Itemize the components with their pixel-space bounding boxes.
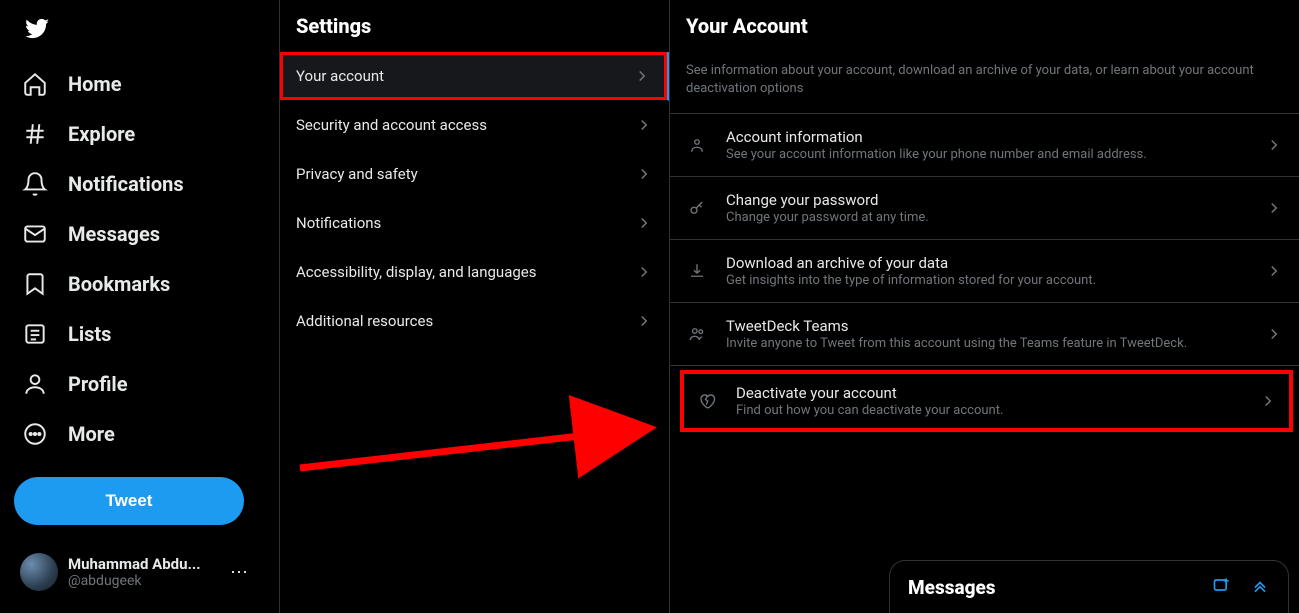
- chevron-right-icon: [635, 312, 653, 330]
- avatar: [20, 553, 58, 591]
- new-message-icon[interactable]: [1212, 575, 1232, 599]
- chevron-right-icon: [635, 165, 653, 183]
- twitter-logo[interactable]: [8, 6, 271, 55]
- nav-explore[interactable]: Explore: [8, 109, 271, 159]
- account-item-deactivate[interactable]: Deactivate your account Find out how you…: [680, 370, 1293, 432]
- settings-item-privacy[interactable]: Privacy and safety: [280, 150, 669, 199]
- user-icon: [686, 136, 708, 154]
- nav-home[interactable]: Home: [8, 59, 271, 109]
- nav-profile[interactable]: Profile: [8, 359, 271, 409]
- users-icon: [686, 325, 708, 343]
- settings-item-label: Privacy and safety: [296, 165, 418, 183]
- more-icon: [22, 421, 48, 447]
- settings-item-label: Accessibility, display, and languages: [296, 263, 536, 281]
- account-item-title: Change your password: [726, 191, 1247, 209]
- chevron-right-icon: [1265, 136, 1283, 154]
- settings-item-additional[interactable]: Additional resources: [280, 297, 669, 346]
- download-icon: [686, 262, 708, 280]
- nav-more[interactable]: More: [8, 409, 271, 459]
- mail-icon: [22, 221, 48, 247]
- account-item-sub: Find out how you can deactivate your acc…: [736, 403, 1241, 418]
- settings-item-label: Your account: [296, 67, 384, 85]
- profile-handle: @abdugeek: [68, 573, 220, 589]
- list-icon: [22, 321, 48, 347]
- nav-label: Bookmarks: [68, 272, 170, 296]
- nav-label: Home: [68, 72, 122, 96]
- account-item-sub: See your account information like your p…: [726, 147, 1247, 162]
- tweet-button[interactable]: Tweet: [14, 477, 244, 525]
- chevron-right-icon: [1265, 199, 1283, 217]
- chevron-right-icon: [635, 263, 653, 281]
- account-column: Your Account See information about your …: [670, 0, 1299, 613]
- bookmark-icon: [22, 271, 48, 297]
- nav-label: Notifications: [68, 172, 184, 196]
- account-description: See information about your account, down…: [670, 52, 1299, 114]
- settings-item-label: Notifications: [296, 214, 381, 232]
- chevron-right-icon: [1259, 392, 1277, 410]
- nav-label: Profile: [68, 372, 128, 396]
- heartbreak-icon: [696, 392, 718, 410]
- nav-notifications[interactable]: Notifications: [8, 159, 271, 209]
- expand-up-icon[interactable]: [1250, 575, 1270, 599]
- messages-title: Messages: [908, 576, 996, 599]
- settings-item-your-account[interactable]: Your account: [280, 52, 669, 101]
- account-item-information[interactable]: Account information See your account inf…: [670, 114, 1299, 177]
- chevron-right-icon: [1265, 325, 1283, 343]
- messages-drawer[interactable]: Messages: [889, 560, 1289, 613]
- account-item-title: TweetDeck Teams: [726, 317, 1247, 335]
- nav-messages[interactable]: Messages: [8, 209, 271, 259]
- profile-more-icon: ⋯: [230, 562, 248, 583]
- account-item-sub: Change your password at any time.: [726, 210, 1247, 225]
- settings-item-label: Security and account access: [296, 116, 487, 134]
- settings-item-accessibility[interactable]: Accessibility, display, and languages: [280, 248, 669, 297]
- account-item-title: Deactivate your account: [736, 384, 1241, 402]
- nav-bookmarks[interactable]: Bookmarks: [8, 259, 271, 309]
- key-icon: [686, 199, 708, 217]
- nav-label: Explore: [68, 122, 135, 146]
- settings-item-label: Additional resources: [296, 312, 433, 330]
- chevron-right-icon: [635, 116, 653, 134]
- account-item-title: Download an archive of your data: [726, 254, 1247, 272]
- account-item-sub: Invite anyone to Tweet from this account…: [726, 336, 1247, 351]
- profile-name: Muhammad Abdu...: [68, 555, 220, 573]
- profile-card[interactable]: Muhammad Abdu... @abdugeek ⋯: [8, 545, 260, 599]
- left-sidebar: Home Explore Notifications Messages Book…: [0, 0, 280, 613]
- settings-item-security[interactable]: Security and account access: [280, 101, 669, 150]
- settings-column: Settings Your account Security and accou…: [280, 0, 670, 613]
- hash-icon: [22, 121, 48, 147]
- account-item-title: Account information: [726, 128, 1247, 146]
- settings-item-notifications[interactable]: Notifications: [280, 199, 669, 248]
- chevron-right-icon: [635, 214, 653, 232]
- bell-icon: [22, 171, 48, 197]
- nav-label: Messages: [68, 222, 160, 246]
- account-item-download[interactable]: Download an archive of your data Get ins…: [670, 240, 1299, 303]
- account-item-tweetdeck[interactable]: TweetDeck Teams Invite anyone to Tweet f…: [670, 303, 1299, 366]
- nav-label: More: [68, 422, 115, 446]
- home-icon: [22, 71, 48, 97]
- chevron-right-icon: [633, 67, 651, 85]
- settings-header: Settings: [280, 0, 669, 52]
- user-icon: [22, 371, 48, 397]
- nav-label: Lists: [68, 322, 111, 346]
- chevron-right-icon: [1265, 262, 1283, 280]
- account-item-sub: Get insights into the type of informatio…: [726, 273, 1247, 288]
- account-header: Your Account: [670, 0, 1299, 52]
- account-item-password[interactable]: Change your password Change your passwor…: [670, 177, 1299, 240]
- nav-lists[interactable]: Lists: [8, 309, 271, 359]
